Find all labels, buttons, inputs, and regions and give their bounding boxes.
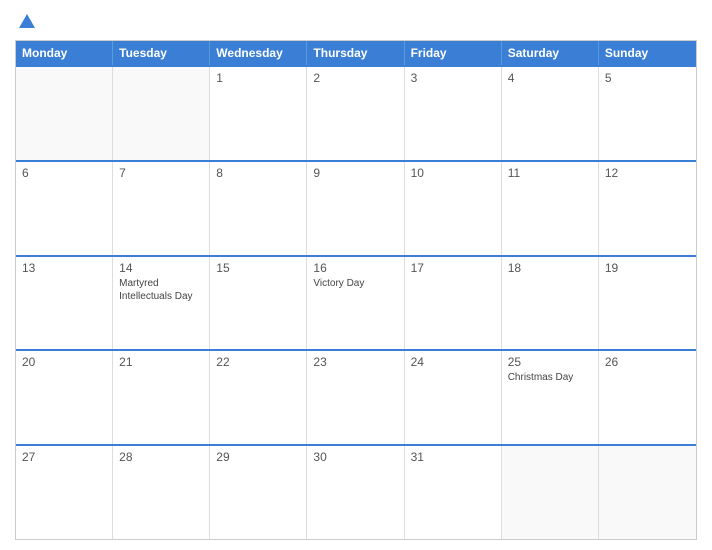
day-header-thursday: Thursday	[307, 41, 404, 65]
cal-cell-3-7: 19	[599, 257, 696, 350]
cal-cell-2-3: 8	[210, 162, 307, 255]
cal-cell-4-4: 23	[307, 351, 404, 444]
calendar-grid: MondayTuesdayWednesdayThursdayFridaySatu…	[15, 40, 697, 540]
cal-cell-5-6	[502, 446, 599, 539]
day-number: 10	[411, 166, 495, 180]
cal-cell-1-5: 3	[405, 67, 502, 160]
week-row-2: 6789 10 11 12	[16, 160, 696, 255]
cal-cell-3-6: 18	[502, 257, 599, 350]
day-number: 12	[605, 166, 690, 180]
week-row-5: 27 28 29 30 31	[16, 444, 696, 539]
day-number: 5	[605, 71, 690, 85]
day-number: 26	[605, 355, 690, 369]
cal-cell-1-3: 1	[210, 67, 307, 160]
cal-cell-5-3: 29	[210, 446, 307, 539]
cal-cell-4-5: 24	[405, 351, 502, 444]
day-number: 1	[216, 71, 300, 85]
day-number: 31	[411, 450, 495, 464]
day-header-tuesday: Tuesday	[113, 41, 210, 65]
day-number: 22	[216, 355, 300, 369]
day-number: 11	[508, 166, 592, 180]
day-header-monday: Monday	[16, 41, 113, 65]
day-number: 21	[119, 355, 203, 369]
day-number: 4	[508, 71, 592, 85]
day-number: 25	[508, 355, 592, 369]
calendar-body: 1234567891011121314Martyred Intellectual…	[16, 65, 696, 539]
day-number: 28	[119, 450, 203, 464]
day-number: 8	[216, 166, 300, 180]
cal-cell-2-1: 6	[16, 162, 113, 255]
cal-cell-4-7: 26	[599, 351, 696, 444]
cal-cell-1-2	[113, 67, 210, 160]
cal-cell-2-5: 10	[405, 162, 502, 255]
day-number: 20	[22, 355, 106, 369]
cal-cell-1-6: 4	[502, 67, 599, 160]
cal-cell-3-3: 15	[210, 257, 307, 350]
cal-cell-3-5: 17	[405, 257, 502, 350]
day-number: 18	[508, 261, 592, 275]
day-number: 7	[119, 166, 203, 180]
cal-cell-4-1: 20	[16, 351, 113, 444]
cal-cell-4-2: 21	[113, 351, 210, 444]
cal-cell-2-6: 11	[502, 162, 599, 255]
day-header-sunday: Sunday	[599, 41, 696, 65]
day-header-wednesday: Wednesday	[210, 41, 307, 65]
day-number: 6	[22, 166, 106, 180]
cal-cell-4-3: 22	[210, 351, 307, 444]
cal-event: Victory Day	[313, 277, 397, 290]
day-header-friday: Friday	[405, 41, 502, 65]
cal-cell-5-4: 30	[307, 446, 404, 539]
day-number: 29	[216, 450, 300, 464]
cal-cell-3-4: 16 Victory Day	[307, 257, 404, 350]
day-header-saturday: Saturday	[502, 41, 599, 65]
cal-cell-4-6: 25 Christmas Day	[502, 351, 599, 444]
cal-cell-1-4: 2	[307, 67, 404, 160]
cal-cell-3-2: 14 Martyred Intellectuals Day	[113, 257, 210, 350]
day-number: 19	[605, 261, 690, 275]
calendar-page: MondayTuesdayWednesdayThursdayFridaySatu…	[0, 0, 712, 550]
day-number: 24	[411, 355, 495, 369]
cal-event: Martyred Intellectuals Day	[119, 277, 203, 303]
cal-cell-5-5: 31	[405, 446, 502, 539]
calendar-header	[15, 10, 697, 32]
day-number: 14	[119, 261, 203, 275]
day-number: 23	[313, 355, 397, 369]
cal-cell-1-1	[16, 67, 113, 160]
day-number: 16	[313, 261, 397, 275]
day-number: 27	[22, 450, 106, 464]
cal-cell-2-2: 7	[113, 162, 210, 255]
week-row-1: 12345	[16, 65, 696, 160]
day-number: 3	[411, 71, 495, 85]
cal-event: Christmas Day	[508, 371, 592, 384]
day-number: 17	[411, 261, 495, 275]
cal-cell-3-1: 13	[16, 257, 113, 350]
day-number: 9	[313, 166, 397, 180]
cal-cell-5-2: 28	[113, 446, 210, 539]
cal-cell-5-1: 27	[16, 446, 113, 539]
day-number: 2	[313, 71, 397, 85]
day-number: 13	[22, 261, 106, 275]
calendar-header-row: MondayTuesdayWednesdayThursdayFridaySatu…	[16, 41, 696, 65]
cal-cell-2-7: 12	[599, 162, 696, 255]
week-row-3: 13 14 Martyred Intellectuals Day 15 16 Victor…	[16, 255, 696, 350]
cal-cell-1-7: 5	[599, 67, 696, 160]
day-number: 15	[216, 261, 300, 275]
cal-cell-2-4: 9	[307, 162, 404, 255]
week-row-4: 20 21 22 23 24 25 Christmas Day 26	[16, 349, 696, 444]
logo	[15, 14, 37, 28]
day-number: 30	[313, 450, 397, 464]
cal-cell-5-7	[599, 446, 696, 539]
logo-triangle-icon	[19, 14, 35, 28]
